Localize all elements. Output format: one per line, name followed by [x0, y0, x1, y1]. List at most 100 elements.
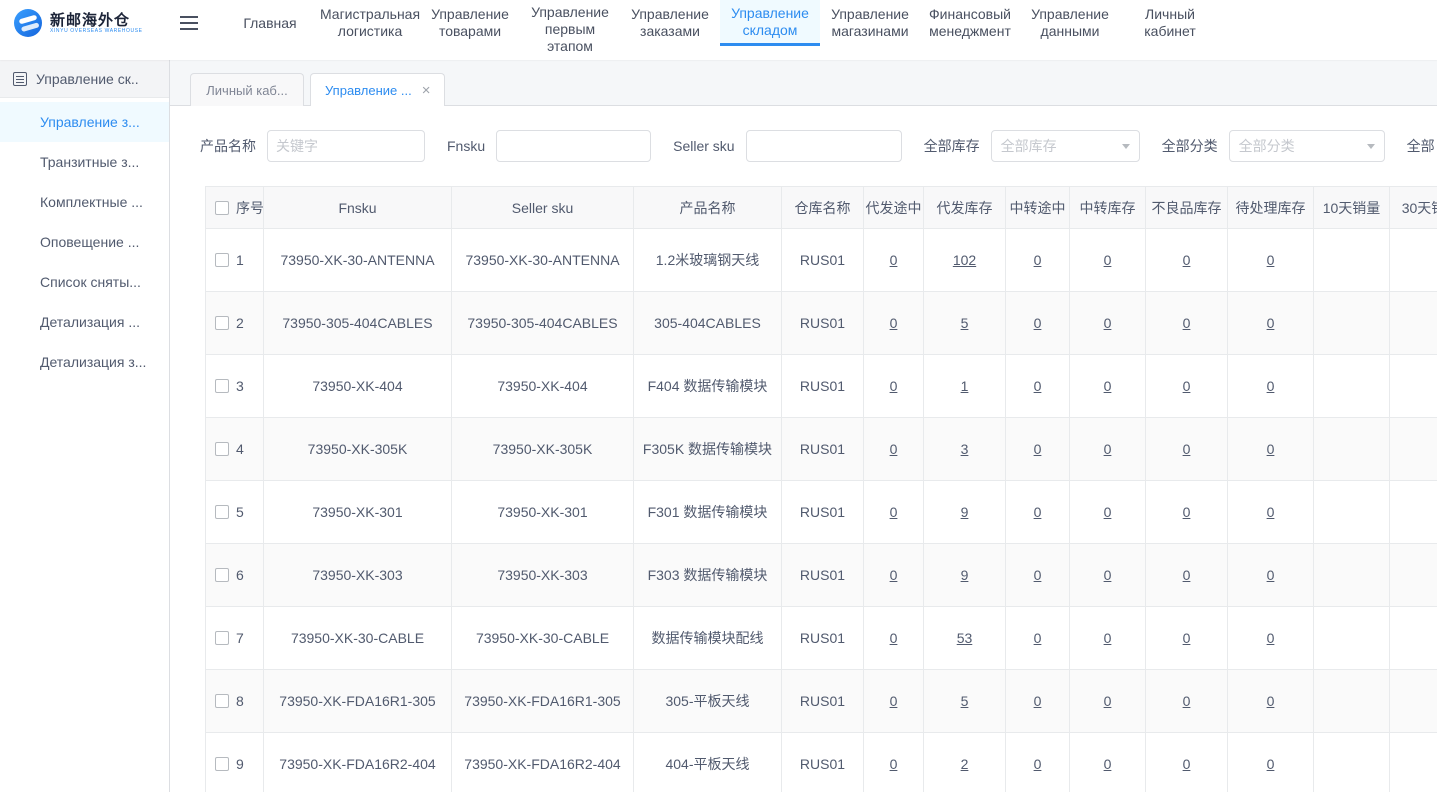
- stock-count-link[interactable]: 0: [1104, 441, 1112, 457]
- stock-count-link[interactable]: 0: [1183, 441, 1191, 457]
- tab-close-icon[interactable]: ×: [422, 83, 431, 98]
- col-header-5: 代发途中: [864, 187, 924, 229]
- row-checkbox[interactable]: [215, 442, 229, 456]
- stock-count-link[interactable]: 0: [890, 567, 898, 583]
- hamburger-icon[interactable]: [170, 0, 208, 46]
- stock-count-link[interactable]: 0: [1267, 315, 1275, 331]
- stock-count-link[interactable]: 0: [1104, 252, 1112, 268]
- stock-count-link[interactable]: 0: [1034, 567, 1042, 583]
- stock-count-link[interactable]: 0: [1104, 315, 1112, 331]
- stock-count-link[interactable]: 0: [1034, 252, 1042, 268]
- stock-count-link[interactable]: 2: [961, 756, 969, 772]
- stock-count-link[interactable]: 0: [890, 441, 898, 457]
- nav-item-9[interactable]: Личный кабинет: [1120, 0, 1220, 46]
- stock-count-link[interactable]: 5: [961, 315, 969, 331]
- stock-count-link[interactable]: 0: [1267, 252, 1275, 268]
- stock-count-link[interactable]: 0: [1104, 504, 1112, 520]
- stock-count-link[interactable]: 53: [957, 630, 973, 646]
- warehouse-name-cell: RUS01: [782, 355, 864, 418]
- stock-count-link[interactable]: 0: [1183, 315, 1191, 331]
- stock-count-link[interactable]: 0: [890, 756, 898, 772]
- sidebar-item-3[interactable]: Оповещение ...: [0, 222, 169, 262]
- stock-count-link[interactable]: 0: [890, 693, 898, 709]
- nav-item-4[interactable]: Управление заказами: [620, 0, 720, 46]
- select-value: 全部库存: [1001, 136, 1057, 156]
- nav-item-2[interactable]: Управление товарами: [420, 0, 520, 46]
- stock-count-link[interactable]: 0: [1183, 630, 1191, 646]
- stock-count-link[interactable]: 0: [1183, 504, 1191, 520]
- nav-item-5[interactable]: Управление складом: [720, 0, 820, 46]
- stock-count-link[interactable]: 3: [961, 441, 969, 457]
- nav-item-8[interactable]: Управление данными: [1020, 0, 1120, 46]
- sidebar-item-1[interactable]: Транзитные з...: [0, 142, 169, 182]
- stock-count-link[interactable]: 9: [961, 504, 969, 520]
- row-checkbox[interactable]: [215, 757, 229, 771]
- nav-item-6[interactable]: Управление магазинами: [820, 0, 920, 46]
- stock-count-link[interactable]: 0: [1267, 441, 1275, 457]
- stock-count-link[interactable]: 5: [961, 693, 969, 709]
- tab-1[interactable]: Управление ...×: [310, 73, 445, 107]
- seller-sku-input[interactable]: [746, 130, 902, 162]
- nav-item-0[interactable]: Главная: [220, 0, 320, 46]
- stock-count-link[interactable]: 0: [1104, 693, 1112, 709]
- stock-count-link[interactable]: 0: [890, 378, 898, 394]
- nav-item-7[interactable]: Финансовый менеджмент: [920, 0, 1020, 46]
- stock-count-link[interactable]: 0: [1104, 630, 1112, 646]
- top-navbar: 新邮海外仓 XINYU OVERSEAS WAREHOUSE ГлавнаяМа…: [0, 0, 1437, 60]
- sidebar-item-6[interactable]: Детализация з...: [0, 342, 169, 382]
- fnsku-input[interactable]: [496, 130, 651, 162]
- stock-count-link[interactable]: 1: [961, 378, 969, 394]
- tab-0[interactable]: Личный каб...: [190, 73, 304, 106]
- sidebar-item-0[interactable]: Управление з...: [0, 102, 169, 142]
- stock-count-link[interactable]: 0: [1267, 630, 1275, 646]
- stock-count-link[interactable]: 0: [1267, 756, 1275, 772]
- fnsku-cell: 73950-XK-30-CABLE: [264, 607, 452, 670]
- stock-count-link[interactable]: 102: [953, 252, 976, 268]
- row-checkbox[interactable]: [215, 694, 229, 708]
- row-checkbox[interactable]: [215, 253, 229, 267]
- stock-count-link[interactable]: 0: [1034, 756, 1042, 772]
- nav-item-1[interactable]: Магистральная логистика: [320, 0, 420, 46]
- product-name-input[interactable]: [267, 130, 425, 162]
- stock-count-link[interactable]: 0: [1034, 315, 1042, 331]
- stock-count-link[interactable]: 0: [1034, 441, 1042, 457]
- stock-count-link[interactable]: 0: [1267, 504, 1275, 520]
- fnsku-cell: 73950-XK-301: [264, 481, 452, 544]
- sidebar-item-4[interactable]: Список сняты...: [0, 262, 169, 302]
- stock-count-link[interactable]: 0: [890, 252, 898, 268]
- stock-count-link[interactable]: 9: [961, 567, 969, 583]
- sidebar-item-2[interactable]: Комплектные ...: [0, 182, 169, 222]
- stock-count-link[interactable]: 0: [1034, 693, 1042, 709]
- row-checkbox[interactable]: [215, 568, 229, 582]
- select-all-checkbox[interactable]: [215, 201, 229, 215]
- product-name-cell: 305-404CABLES: [634, 292, 782, 355]
- stock-count-link[interactable]: 0: [1034, 504, 1042, 520]
- category-select[interactable]: 全部分类: [1229, 130, 1385, 162]
- col-header-7: 中转途中: [1006, 187, 1070, 229]
- row-checkbox[interactable]: [215, 316, 229, 330]
- stock-count-link[interactable]: 0: [890, 315, 898, 331]
- stock-count-link[interactable]: 0: [1267, 693, 1275, 709]
- row-checkbox[interactable]: [215, 379, 229, 393]
- stock-count-link[interactable]: 0: [1267, 378, 1275, 394]
- stock-count-link[interactable]: 0: [1183, 378, 1191, 394]
- stock-count-link[interactable]: 0: [1183, 693, 1191, 709]
- chevron-down-icon: [1367, 144, 1375, 149]
- stock-count-link[interactable]: 0: [890, 630, 898, 646]
- stock-count-link[interactable]: 0: [1183, 567, 1191, 583]
- stock-count-link[interactable]: 0: [1267, 567, 1275, 583]
- stock-count-link[interactable]: 0: [1104, 756, 1112, 772]
- row-checkbox[interactable]: [215, 505, 229, 519]
- stock-count-link[interactable]: 0: [1104, 567, 1112, 583]
- stock-count-link[interactable]: 0: [1183, 252, 1191, 268]
- stock-count-link[interactable]: 0: [1104, 378, 1112, 394]
- stock-count-link[interactable]: 0: [1034, 378, 1042, 394]
- stock-count-link[interactable]: 0: [1183, 756, 1191, 772]
- sidebar-item-5[interactable]: Детализация ...: [0, 302, 169, 342]
- row-checkbox[interactable]: [215, 631, 229, 645]
- stock-count-link[interactable]: 0: [1034, 630, 1042, 646]
- stock-count-link[interactable]: 0: [890, 504, 898, 520]
- nav-item-3[interactable]: Управление первым этапом: [520, 0, 620, 59]
- stock-select[interactable]: 全部库存: [991, 130, 1140, 162]
- metric-cell-0: 0: [864, 607, 924, 670]
